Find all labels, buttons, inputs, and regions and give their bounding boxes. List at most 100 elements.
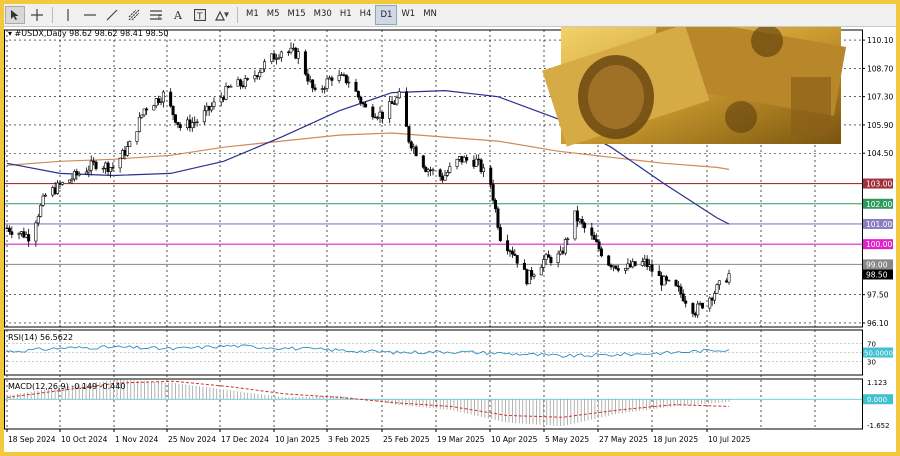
candle-body: [246, 78, 250, 80]
trendline-icon[interactable]: [102, 6, 122, 24]
candle-body: [121, 149, 125, 159]
rsi-badge-label: 50.0000: [864, 350, 893, 358]
candle-body: [137, 116, 141, 132]
portrait-face: [588, 65, 644, 129]
label-icon[interactable]: T: [190, 6, 210, 24]
macd-zero-label: 0.000: [867, 396, 887, 404]
candle-body: [178, 124, 182, 128]
candle-body: [327, 77, 331, 80]
candle-body: [443, 175, 447, 181]
candle-body: [111, 167, 115, 169]
shapes-icon[interactable]: [212, 6, 232, 24]
candle-body: [628, 263, 632, 268]
candle-body: [140, 114, 144, 118]
candle-body: [356, 91, 360, 98]
candle-body: [595, 239, 599, 243]
candle-body: [527, 270, 531, 285]
x-tick-label: 3 Feb 2025: [328, 435, 370, 444]
candle-body: [429, 169, 433, 172]
x-tick-label: 25 Feb 2025: [383, 435, 430, 444]
candle-body: [496, 208, 500, 228]
candle-body: [325, 78, 329, 89]
x-tick-label: 17 Dec 2024: [221, 435, 269, 444]
candle-body: [397, 91, 401, 99]
y-tick-label: 107.30: [867, 93, 893, 102]
timeframe-m5[interactable]: M5: [263, 5, 284, 23]
timeframe-m30[interactable]: M30: [310, 5, 336, 23]
fibonacci-icon[interactable]: F: [146, 6, 166, 24]
candle-body: [710, 297, 714, 301]
candle-body: [691, 303, 695, 314]
candle-body: [438, 169, 442, 177]
candle-body: [648, 264, 652, 267]
bill-corner: [791, 77, 831, 137]
candle-body: [84, 171, 88, 175]
candle-body: [513, 253, 517, 256]
candle-body: [125, 146, 129, 156]
candle-body: [556, 253, 560, 264]
candle-body: [361, 102, 365, 105]
x-tick-label: 18 Sep 2024: [8, 435, 56, 444]
candle-body: [222, 97, 226, 100]
candle-body: [72, 171, 76, 180]
y-tick-label: 104.50: [867, 149, 893, 158]
candle-body: [725, 280, 729, 283]
candle-body: [645, 258, 649, 267]
candle-body: [340, 74, 344, 76]
candle-body: [186, 119, 190, 128]
candle-body: [36, 216, 40, 224]
candle-body: [609, 264, 613, 268]
candle-body: [676, 285, 680, 288]
timeframe-m15[interactable]: M15: [284, 5, 310, 23]
y-tick-label: 108.70: [867, 64, 893, 73]
candle-body: [607, 255, 611, 266]
symbol-header: ▾ #USDX,Daily 98.62 98.62 98.41 98.50: [8, 29, 168, 38]
seal-shape: [725, 101, 757, 133]
candle-body: [238, 79, 242, 86]
candle-body: [212, 101, 216, 107]
timeframe-h1[interactable]: H1: [336, 5, 356, 23]
candle-body: [229, 85, 233, 88]
timeframe-d1[interactable]: D1: [375, 5, 398, 25]
candle-body: [224, 86, 228, 100]
candle-body: [68, 179, 72, 183]
candle-body: [347, 81, 351, 84]
candle-body: [530, 270, 534, 277]
candle-body: [7, 227, 11, 233]
timeframe-mn[interactable]: MN: [419, 5, 441, 23]
candle-body: [354, 81, 358, 92]
candle-body: [657, 270, 661, 276]
candle-body: [698, 302, 702, 305]
x-tick-label: 18 Jun 2025: [653, 435, 698, 444]
candle-body: [53, 187, 57, 194]
candle-body: [128, 141, 132, 147]
candle-body: [494, 200, 498, 210]
candle-body: [51, 187, 55, 196]
candle-body: [715, 284, 719, 294]
candle-body: [258, 72, 262, 78]
cursor-icon[interactable]: [5, 6, 25, 24]
text-icon[interactable]: A: [168, 6, 188, 24]
timeframe-w1[interactable]: W1: [397, 5, 419, 23]
candle-body: [643, 258, 647, 262]
candle-body: [27, 234, 31, 242]
horizontal-line-icon[interactable]: [80, 6, 100, 24]
candle-body: [378, 111, 382, 119]
candle-body: [546, 254, 550, 258]
candle-body: [108, 167, 112, 173]
candle-body: [390, 101, 394, 104]
candle-body: [157, 98, 161, 103]
timeframe-m1[interactable]: M1: [242, 5, 263, 23]
timeframe-h4[interactable]: H4: [356, 5, 376, 23]
candle-body: [330, 77, 334, 81]
y-tick-label: 110.10: [867, 36, 893, 45]
channel-icon[interactable]: [124, 6, 144, 24]
candle-body: [123, 149, 127, 156]
candle-body: [118, 157, 122, 169]
candle-body: [289, 47, 293, 53]
crosshair-icon[interactable]: [27, 6, 47, 24]
candle-body: [260, 68, 264, 73]
candle-body: [650, 264, 654, 272]
candle-body: [498, 227, 502, 241]
vertical-line-icon[interactable]: [58, 6, 78, 24]
